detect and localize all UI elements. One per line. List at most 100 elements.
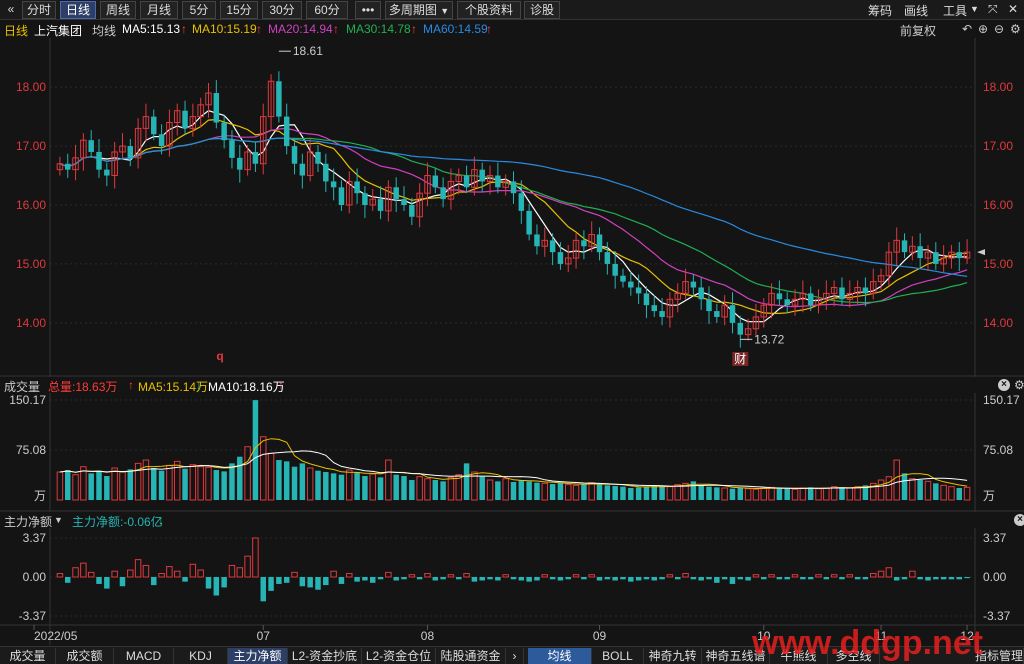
volume-bar [877,479,885,501]
flow-bar [557,577,564,581]
close-volume-icon[interactable]: × [998,379,1010,391]
volume-bar [306,467,314,501]
volume-bar [643,486,650,500]
candle-body [706,299,712,312]
flow-title[interactable]: 主力净额 [4,513,52,530]
volume-unit-right: 万 [983,489,995,503]
flow-bar [604,577,611,580]
bottom-right-tab-1[interactable]: BOLL [592,648,644,664]
flow-bar [260,577,266,602]
flow-bar [534,577,540,581]
bottom-tab-5[interactable]: L2-资金抄底 [288,648,362,664]
volume-bar [768,486,775,501]
volume-bar [213,470,220,500]
volume-bar [659,486,665,500]
volume-bar [674,484,681,501]
volume-bar [463,463,470,500]
candle-body [440,187,446,200]
candle-body [518,193,525,211]
bottom-tab-3[interactable]: KDJ [174,648,228,664]
flow-bar [291,571,298,578]
bottom-tab-2[interactable]: MACD [114,648,174,664]
x-tick-label: 09 [593,629,607,643]
x-tick-label: 2022/05 [34,629,78,643]
volume-bar [807,487,814,500]
price-tick-left: 16.00 [16,198,46,212]
volume-bar [549,484,556,500]
bottom-tab-4[interactable]: 主力净额 [228,648,288,664]
volume-bar [221,471,227,500]
flow-bar [925,577,931,581]
flow-bar [839,577,845,580]
candle-body [283,116,290,147]
volume-bar [189,464,197,501]
candle-body [729,305,736,323]
q-event-marker: q [216,349,223,363]
volume-header: 成交量 总量:18.63万 ↑ MA5:15.14万 ↓ MA10:18.16万… [0,377,1024,394]
volume-bar [88,473,94,500]
volume-bar [948,486,955,501]
flow-bar [447,574,455,578]
volume-bar [393,474,399,500]
volume-bar [791,488,799,501]
bottom-tab-1[interactable]: 成交额 [56,648,114,664]
flow-bar [283,577,290,583]
price-tick-left: 14.00 [16,316,46,330]
volume-bar [729,488,736,500]
close-flow-icon[interactable]: × [1014,514,1024,526]
candle-body [323,163,329,182]
volume-settings-icon[interactable]: ⚙ [1014,378,1024,392]
candle-body [229,140,235,158]
volume-bar [776,488,783,500]
volume-bar [401,476,407,500]
volume-bar [315,470,321,500]
volume-bar [346,469,353,501]
volume-bar [291,466,298,500]
bottom-tab-6[interactable]: L2-资金仓位 [362,648,436,664]
flow-bar [495,577,501,581]
volume-bar [244,446,251,501]
volume-bar [714,487,720,500]
candle-body [463,175,470,188]
volume-bar [502,478,509,501]
bottom-tab-0[interactable]: 成交量 [0,648,56,664]
flow-bar [659,577,665,580]
bottom-right-tab-2[interactable]: 神奇九转 [644,648,702,664]
flow-bar [307,577,313,588]
bottom-right-tab-0[interactable]: 均线 [528,648,592,664]
volume-unit-left: 万 [34,489,46,503]
volume-bar [917,480,923,500]
flow-bar [596,577,603,581]
flow-bar [854,577,861,580]
volume-bar [260,436,267,501]
current-price-icon [977,249,985,256]
volume-bar [385,459,392,501]
volume-bar [205,466,212,501]
volume-bar [64,470,71,500]
volume-bar [151,468,157,500]
volume-bar [924,480,932,501]
volume-tick-left: 75.08 [16,443,46,457]
volume-total: 总量:18.63万 [48,380,118,394]
volume-bar [612,486,618,500]
flow-bar [956,577,963,580]
flow-dropdown-icon[interactable]: ▼ [54,515,63,525]
candle-body [698,287,704,300]
flow-bar [268,577,274,591]
volume-bar [432,480,439,500]
flow-bar [189,563,197,578]
flow-bar [323,577,329,586]
volume-bar [323,472,329,500]
low-label: 13.72 [754,332,784,346]
flow-bar [572,574,580,578]
volume-ma5-down-icon: ↓ [196,378,202,392]
candle-body [479,169,485,182]
candle-body [581,240,587,247]
tab-scroll-arrow-icon[interactable]: › [506,648,524,664]
bottom-tab-7[interactable]: 陆股通资金 [436,648,506,664]
flow-tick-right: 3.37 [983,531,1007,545]
flow-bar [87,571,95,578]
flow-bar [479,577,485,581]
flow-bar [111,570,118,578]
flow-bar [393,577,399,581]
